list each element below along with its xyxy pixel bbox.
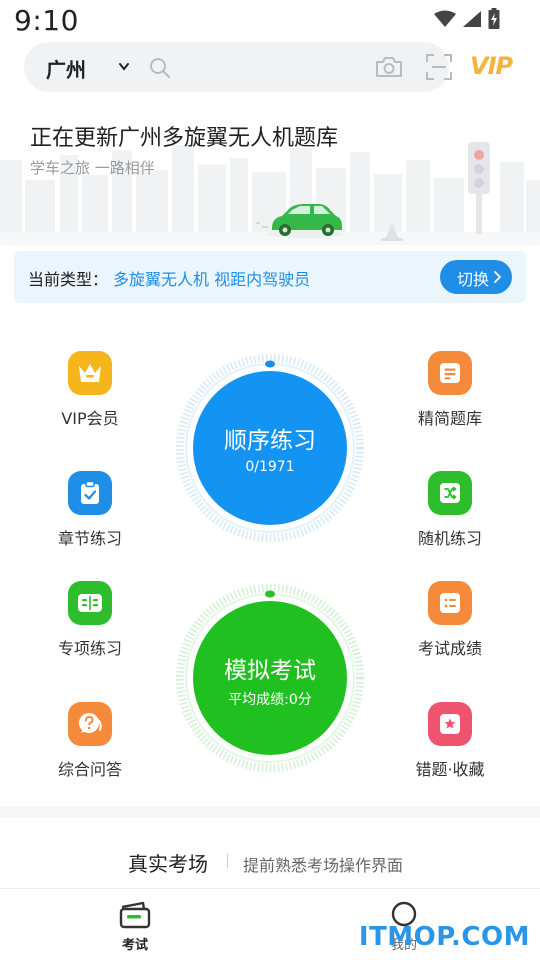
signal-icon	[463, 11, 481, 27]
status-icons	[434, 8, 500, 30]
tab-exam[interactable]: 考试	[85, 889, 185, 960]
shuffle-icon	[428, 471, 472, 515]
exam-circle: 模拟考试 平均成绩:0分	[193, 601, 347, 755]
document-icon	[428, 351, 472, 395]
real-exam-title: 真实考场	[128, 852, 208, 876]
banner-title: 正在更新广州多旋翼无人机题库	[30, 126, 339, 151]
section-divider	[0, 806, 540, 818]
real-exam-section[interactable]: 真实考场 提前熟悉考场操作界面	[0, 818, 540, 888]
clipboard-check-icon	[68, 471, 112, 515]
exam-title: 模拟考试	[224, 658, 316, 684]
score-list-icon	[428, 581, 472, 625]
exam-average: 平均成绩:0分	[228, 692, 312, 708]
city-selector[interactable]: 广州	[46, 54, 86, 83]
qa-item[interactable]: 综合问答	[30, 702, 150, 792]
switch-button-label: 切换	[457, 270, 490, 289]
chapter-practice-item[interactable]: 章节练习	[30, 471, 150, 561]
status-bar: 9:10	[0, 0, 540, 44]
exam-tab-icon	[119, 901, 151, 929]
special-practice-item[interactable]: 专项练习	[30, 581, 150, 671]
banner: 正在更新广州多旋翼无人机题库 学车之旅 一路相伴	[0, 100, 540, 245]
exam-score-label: 考试成绩	[417, 639, 482, 658]
tab-exam-label: 考试	[121, 938, 148, 953]
real-exam-separator	[227, 854, 228, 868]
special-practice-label: 专项练习	[57, 639, 122, 658]
chevron-down-icon	[119, 63, 129, 71]
practice-progress: 0/1971	[245, 459, 295, 475]
current-type-label: 当前类型：	[28, 270, 109, 289]
vip-button[interactable]: VIP	[470, 52, 513, 80]
battery-icon	[488, 8, 500, 29]
practice-title: 顺序练习	[224, 428, 316, 454]
watermark: ITMOP.COM	[358, 922, 530, 952]
concise-bank-item[interactable]: 精简题库	[390, 351, 510, 441]
current-type-bar: 当前类型： 多旋翼无人机 视距内驾驶员 切换	[14, 251, 526, 303]
crown-icon	[68, 351, 112, 395]
wrong-favorites-item[interactable]: 错题·收藏	[390, 702, 510, 792]
switch-type-button[interactable]: 切换	[440, 260, 512, 294]
app-screen: 9:10 广州 VIP 正在更新广州多旋翼无人机题库 学车之旅 一路相伴 当前类…	[0, 0, 540, 960]
search-icon	[150, 58, 170, 78]
current-type-value: 多旋翼无人机 视距内驾驶员	[113, 270, 311, 289]
random-practice-item[interactable]: 随机练习	[390, 471, 510, 561]
search-bar[interactable]: 广州	[24, 42, 452, 92]
practice-circle: 顺序练习 0/1971	[193, 371, 347, 525]
sequential-practice-button[interactable]: 顺序练习 0/1971	[160, 338, 380, 558]
wrong-favorites-label: 错题·收藏	[415, 760, 485, 779]
star-folder-icon	[428, 702, 472, 746]
question-bubble-icon	[68, 702, 112, 746]
book-icon	[68, 581, 112, 625]
status-time: 9:10	[14, 4, 79, 37]
vip-member-item[interactable]: VIP会员	[30, 351, 150, 441]
scan-icon[interactable]	[426, 54, 452, 80]
concise-bank-label: 精简题库	[417, 409, 482, 428]
random-practice-label: 随机练习	[417, 529, 482, 548]
qa-label: 综合问答	[57, 760, 122, 779]
exam-score-item[interactable]: 考试成绩	[390, 581, 510, 671]
chapter-practice-label: 章节练习	[57, 529, 122, 548]
camera-icon[interactable]	[374, 55, 404, 79]
vip-member-label: VIP会员	[61, 409, 119, 428]
chevron-right-icon	[494, 271, 501, 283]
mock-exam-button[interactable]: 模拟考试 平均成绩:0分	[160, 568, 380, 788]
wifi-icon	[434, 10, 456, 27]
banner-subtitle: 学车之旅 一路相伴	[30, 159, 155, 177]
real-exam-subtitle: 提前熟悉考场操作界面	[243, 856, 404, 875]
